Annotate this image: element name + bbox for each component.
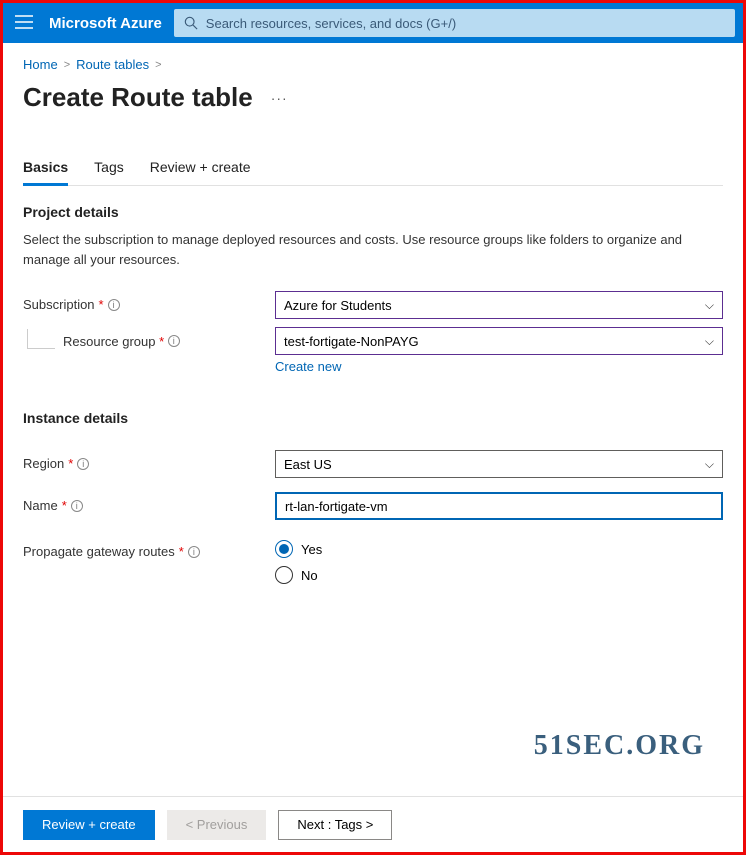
info-icon[interactable]: i bbox=[77, 458, 89, 470]
required-marker: * bbox=[179, 544, 184, 559]
chevron-down-icon: ⌵ bbox=[705, 298, 714, 313]
subscription-label: Subscription bbox=[23, 297, 95, 312]
search-icon bbox=[184, 16, 198, 30]
info-icon[interactable]: i bbox=[108, 299, 120, 311]
instance-details-heading: Instance details bbox=[23, 410, 723, 426]
propagate-no-radio[interactable]: No bbox=[275, 566, 723, 584]
radio-no-label: No bbox=[301, 568, 318, 583]
region-label: Region bbox=[23, 456, 64, 471]
propagate-yes-radio[interactable]: Yes bbox=[275, 540, 723, 558]
search-placeholder: Search resources, services, and docs (G+… bbox=[206, 16, 456, 31]
breadcrumb-route-tables[interactable]: Route tables bbox=[76, 57, 149, 72]
chevron-right-icon: > bbox=[64, 59, 70, 71]
hamburger-menu-icon[interactable] bbox=[11, 10, 37, 36]
radio-yes-label: Yes bbox=[301, 542, 322, 557]
required-marker: * bbox=[156, 334, 165, 349]
required-marker: * bbox=[68, 456, 73, 471]
chevron-down-icon: ⌵ bbox=[705, 457, 714, 472]
info-icon[interactable]: i bbox=[188, 546, 200, 558]
region-value: East US bbox=[284, 457, 332, 472]
subscription-select[interactable]: Azure for Students ⌵ bbox=[275, 291, 723, 319]
page-header: Create Route table ··· bbox=[3, 78, 743, 113]
info-icon[interactable]: i bbox=[71, 500, 83, 512]
top-bar: Microsoft Azure Search resources, servic… bbox=[3, 3, 743, 43]
radio-unchecked-icon bbox=[275, 566, 293, 584]
review-create-button[interactable]: Review + create bbox=[23, 810, 155, 840]
previous-button: < Previous bbox=[167, 810, 267, 840]
region-select[interactable]: East US ⌵ bbox=[275, 450, 723, 478]
breadcrumb: Home > Route tables > bbox=[3, 43, 743, 78]
name-label: Name bbox=[23, 498, 58, 513]
project-details-heading: Project details bbox=[23, 204, 723, 220]
global-search-input[interactable]: Search resources, services, and docs (G+… bbox=[174, 9, 735, 37]
more-actions-icon[interactable]: ··· bbox=[271, 90, 288, 106]
resource-group-label: Resource group bbox=[63, 334, 156, 349]
create-new-link[interactable]: Create new bbox=[275, 359, 341, 374]
info-icon[interactable]: i bbox=[168, 335, 180, 347]
subscription-value: Azure for Students bbox=[284, 298, 392, 313]
footer: Review + create < Previous Next : Tags > bbox=[3, 796, 743, 852]
chevron-right-icon: > bbox=[155, 59, 161, 71]
breadcrumb-home[interactable]: Home bbox=[23, 57, 58, 72]
name-input[interactable] bbox=[275, 492, 723, 520]
watermark: 51SEC.ORG bbox=[534, 730, 705, 762]
resource-group-value: test-fortigate-NonPAYG bbox=[284, 334, 419, 349]
radio-checked-icon bbox=[275, 540, 293, 558]
propagate-label: Propagate gateway routes bbox=[23, 544, 175, 559]
tab-tags[interactable]: Tags bbox=[94, 159, 124, 186]
page-title: Create Route table bbox=[23, 82, 253, 113]
resource-group-select[interactable]: test-fortigate-NonPAYG ⌵ bbox=[275, 327, 723, 355]
tree-connector-icon bbox=[27, 329, 55, 349]
tab-basics[interactable]: Basics bbox=[23, 159, 68, 186]
chevron-down-icon: ⌵ bbox=[705, 334, 714, 349]
project-details-description: Select the subscription to manage deploy… bbox=[23, 230, 723, 269]
required-marker: * bbox=[99, 297, 104, 312]
next-button[interactable]: Next : Tags > bbox=[278, 810, 392, 840]
tab-review-create[interactable]: Review + create bbox=[150, 159, 251, 186]
brand-label: Microsoft Azure bbox=[49, 15, 162, 32]
required-marker: * bbox=[62, 498, 67, 513]
tabs: Basics Tags Review + create bbox=[23, 159, 723, 186]
